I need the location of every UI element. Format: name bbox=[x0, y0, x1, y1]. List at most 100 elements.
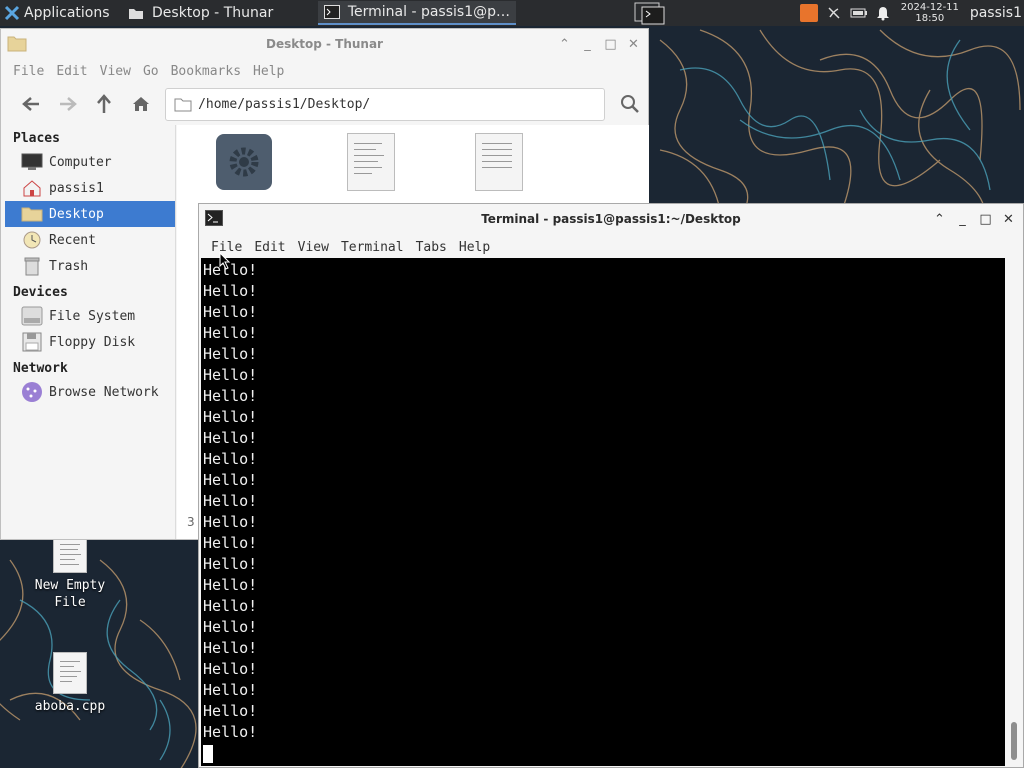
up-button[interactable] bbox=[86, 89, 123, 119]
up-arrow-icon bbox=[97, 94, 112, 113]
terminal-line: Hello! bbox=[203, 681, 258, 699]
menu-view[interactable]: View bbox=[94, 64, 137, 79]
clock-icon bbox=[21, 230, 43, 250]
sidebar-item-trash[interactable]: Trash bbox=[5, 253, 175, 279]
menu-file[interactable]: File bbox=[7, 64, 50, 79]
battery-icon[interactable] bbox=[850, 6, 868, 20]
terminal-menubar: File Edit View Terminal Tabs Help bbox=[199, 234, 1023, 260]
sidebar-heading-places: Places bbox=[13, 131, 60, 146]
desktop-icon-new-empty-file[interactable]: New Empty File bbox=[25, 535, 115, 611]
file-item-text[interactable] bbox=[475, 133, 523, 195]
sidebar-item-label: Floppy Disk bbox=[49, 334, 136, 350]
sidebar-heading-network: Network bbox=[13, 361, 68, 376]
taskbar-terminal-label: Terminal - passis1@p… bbox=[347, 4, 510, 20]
sidebar-item-label: Desktop bbox=[49, 206, 104, 222]
file-item-text[interactable] bbox=[347, 133, 395, 195]
taskbar-thunar-label: Desktop - Thunar bbox=[152, 5, 274, 21]
workspace-switcher[interactable] bbox=[632, 1, 670, 25]
system-tray: 2024-12-11 18:50 passis1 bbox=[799, 0, 1024, 26]
terminal-line: Hello! bbox=[203, 492, 258, 510]
menu-view[interactable]: View bbox=[292, 240, 335, 255]
close-button[interactable]: ✕ bbox=[625, 36, 642, 53]
clock-date: 2024-12-11 bbox=[900, 2, 959, 13]
terminal-line: Hello! bbox=[203, 639, 258, 657]
top-panel: Applications Desktop - Thunar Terminal -… bbox=[0, 0, 1024, 26]
sidebar-item-label: passis1 bbox=[49, 180, 104, 196]
sidebar-item-computer[interactable]: Computer bbox=[5, 149, 175, 175]
menu-help[interactable]: Help bbox=[453, 240, 496, 255]
sidebar-item-passis1[interactable]: passis1 bbox=[5, 175, 175, 201]
search-icon bbox=[620, 95, 639, 113]
sidebar-item-floppy-disk[interactable]: Floppy Disk bbox=[5, 329, 175, 355]
terminal-line: Hello! bbox=[203, 282, 258, 300]
maximize-up-icon[interactable]: ⌃ bbox=[931, 211, 948, 228]
text-cursor bbox=[203, 744, 213, 763]
sidebar-item-browse-network[interactable]: Browse Network bbox=[5, 379, 175, 405]
terminal-line: Hello! bbox=[203, 576, 258, 594]
settings-launcher-icon bbox=[216, 134, 272, 190]
close-button[interactable]: ✕ bbox=[1000, 211, 1017, 228]
menu-help[interactable]: Help bbox=[247, 64, 290, 79]
notification-bell-icon[interactable] bbox=[876, 5, 890, 21]
home-icon bbox=[132, 97, 149, 111]
terminal-line: Hello! bbox=[203, 261, 258, 279]
scrollbar-thumb[interactable] bbox=[1011, 722, 1017, 760]
drive-icon bbox=[21, 306, 43, 326]
terminal-line: Hello! bbox=[203, 702, 258, 720]
sidebar-item-file-system[interactable]: File System bbox=[5, 303, 175, 329]
forward-button[interactable] bbox=[50, 89, 87, 119]
terminal-title: Terminal - passis1@passis1:~/Desktop bbox=[481, 212, 741, 226]
terminal-output[interactable]: Hello! Hello! Hello! Hello! Hello! Hello! Hell… bbox=[201, 258, 1005, 766]
home-button[interactable] bbox=[123, 89, 160, 119]
terminal-line: Hello! bbox=[203, 618, 258, 636]
folder-icon bbox=[174, 98, 192, 111]
thunar-title: Desktop - Thunar bbox=[266, 37, 383, 51]
search-button[interactable] bbox=[611, 89, 648, 119]
minimize-button[interactable]: _ bbox=[579, 36, 596, 53]
thunar-titlebar[interactable]: Desktop - Thunar ⌃ _ □ ✕ bbox=[1, 29, 648, 59]
menu-go[interactable]: Go bbox=[137, 64, 165, 79]
sidebar-item-label: Browse Network bbox=[49, 384, 159, 400]
cpp-file-icon bbox=[53, 652, 87, 694]
text-file-icon bbox=[347, 133, 395, 191]
menu-bookmarks[interactable]: Bookmarks bbox=[165, 64, 247, 79]
terminal-titlebar[interactable]: Terminal - passis1@passis1:~/Desktop ⌃ _… bbox=[199, 204, 1023, 234]
network-icon bbox=[21, 382, 43, 402]
sidebar-item-recent[interactable]: Recent bbox=[5, 227, 175, 253]
location-bar[interactable]: /home/passis1/Desktop/ bbox=[165, 87, 606, 121]
terminal-line: Hello! bbox=[203, 471, 258, 489]
taskbar-terminal[interactable]: Terminal - passis1@p… bbox=[318, 1, 516, 25]
maximize-button[interactable]: □ bbox=[602, 36, 619, 53]
applications-menu[interactable]: Applications bbox=[0, 0, 122, 26]
terminal-window: Terminal - passis1@passis1:~/Desktop ⌃ _… bbox=[198, 203, 1024, 768]
text-file-icon bbox=[475, 133, 523, 191]
terminal-line: Hello! bbox=[203, 513, 258, 531]
floppy-icon bbox=[21, 332, 43, 352]
menu-terminal[interactable]: Terminal bbox=[335, 240, 410, 255]
file-item-settings[interactable] bbox=[215, 133, 273, 195]
terminal-scrollbar[interactable] bbox=[1007, 258, 1021, 766]
desktop-icon-aboba-cpp[interactable]: aboba.cpp bbox=[25, 652, 115, 715]
terminal-line: Hello! bbox=[203, 408, 258, 426]
taskbar-thunar[interactable]: Desktop - Thunar bbox=[122, 1, 318, 25]
text-file-icon bbox=[53, 535, 87, 573]
clock[interactable]: 2024-12-11 18:50 bbox=[898, 2, 962, 24]
maximize-button[interactable]: □ bbox=[977, 211, 994, 228]
folder-icon bbox=[7, 36, 27, 52]
menu-edit[interactable]: Edit bbox=[50, 64, 93, 79]
terminal-line: Hello! bbox=[203, 450, 258, 468]
sidebar-item-desktop[interactable]: Desktop bbox=[5, 201, 175, 227]
folder-icon bbox=[129, 9, 143, 19]
xfce-logo-icon bbox=[4, 5, 20, 21]
folder-icon bbox=[21, 204, 43, 224]
menu-edit[interactable]: Edit bbox=[248, 240, 291, 255]
update-notifier-icon[interactable] bbox=[799, 4, 818, 22]
user-menu[interactable]: passis1 bbox=[970, 5, 1024, 21]
minimize-button[interactable]: _ bbox=[954, 211, 971, 228]
terminal-line: Hello! bbox=[203, 303, 258, 321]
network-disconnected-icon[interactable] bbox=[826, 5, 842, 21]
menu-tabs[interactable]: Tabs bbox=[410, 240, 453, 255]
back-button[interactable] bbox=[13, 89, 50, 119]
maximize-up-icon[interactable]: ⌃ bbox=[556, 36, 573, 53]
mouse-cursor-icon bbox=[219, 252, 231, 270]
